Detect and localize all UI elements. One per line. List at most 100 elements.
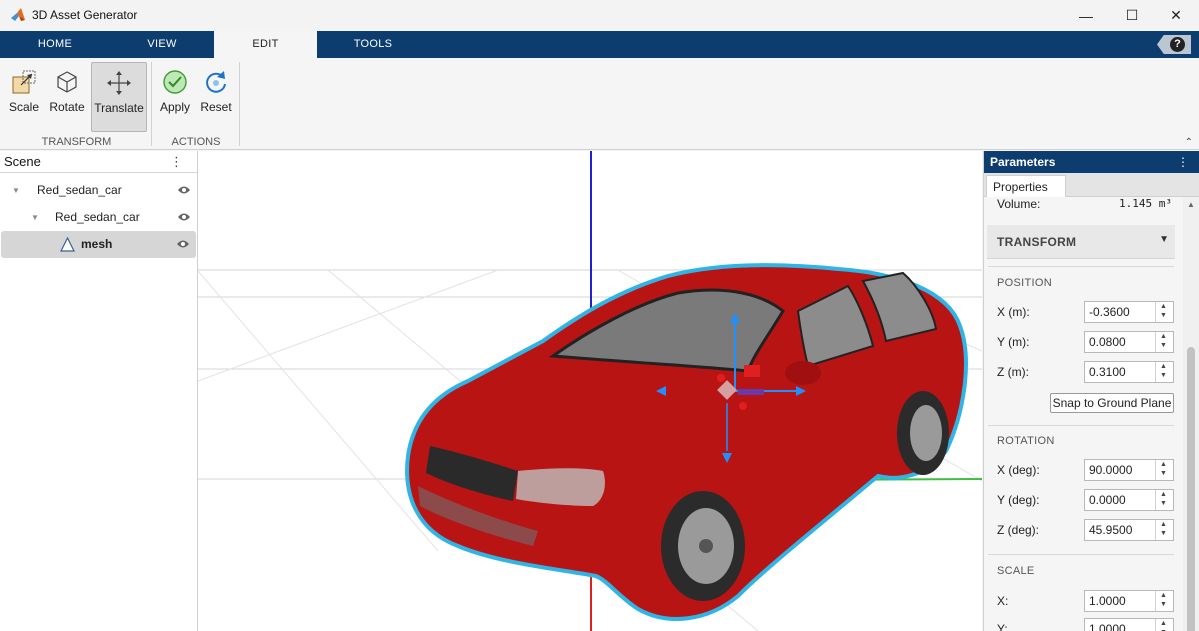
rotation-z-value[interactable]: 45.9500 [1089,523,1132,537]
tab-view[interactable]: VIEW [110,31,214,58]
increment-icon[interactable]: ▲ [1160,491,1167,498]
reset-refresh-icon [206,71,226,93]
rotation-z-spinner[interactable]: 45.9500 ▲ ▼ [1084,519,1174,541]
scene-tree-item[interactable]: ▼ Red_sedan_car [0,204,197,231]
increment-icon[interactable]: ▲ [1160,592,1167,599]
red-sedan-car-model[interactable] [405,263,968,621]
rotate-cube-icon [57,71,77,93]
scene-title: Scene [4,154,41,169]
help-button[interactable]: ? [1157,35,1191,54]
decrement-icon[interactable]: ▼ [1160,530,1167,537]
rotation-y-label: Y (deg): [997,493,1040,507]
close-icon: ✕ [1170,7,1182,23]
scale-button[interactable]: Scale [4,62,44,132]
scale-y-spinner[interactable]: 1.0000 ▲▼ [1084,618,1174,631]
increment-icon[interactable]: ▲ [1160,363,1167,370]
parameters-panel: Parameters ⋮ Properties Volume: 1.145 m³… [983,151,1199,631]
visibility-eye-icon[interactable] [176,239,190,249]
rotate-button[interactable]: Rotate [46,62,88,132]
scene-menu-icon[interactable]: ⋮ [170,151,183,173]
position-y-value[interactable]: 0.0800 [1089,335,1126,349]
increment-icon[interactable]: ▲ [1160,521,1167,528]
maximize-button[interactable]: ☐ [1109,0,1155,31]
decrement-icon[interactable]: ▼ [1160,601,1167,608]
check-circle-icon [163,70,187,94]
viewport-canvas[interactable] [198,151,982,631]
reset-label: Reset [200,100,232,114]
position-x-spinner[interactable]: -0.3600 ▲ ▼ [1084,301,1174,323]
scale-label: Scale [8,100,40,114]
apply-button[interactable]: Apply [156,62,194,132]
position-z-value[interactable]: 0.3100 [1089,365,1126,379]
snap-to-ground-button[interactable]: Snap to Ground Plane [1050,393,1174,413]
scene-item-label: mesh [81,237,113,251]
scale-x-label: X: [997,594,1009,608]
position-x-value[interactable]: -0.3600 [1089,305,1130,319]
volume-value: 1.145 m³ [1119,197,1172,210]
tab-properties[interactable]: Properties [986,175,1066,197]
decrement-icon[interactable]: ▼ [1160,312,1167,319]
scale-section-label: SCALE [997,565,1035,577]
visibility-eye-icon[interactable] [177,185,191,195]
properties-scrollbar[interactable]: ▲ [1183,197,1199,631]
gizmo-rotation-point[interactable] [739,402,747,410]
translate-button[interactable]: Translate [91,62,147,132]
mesh-triangle-icon [60,237,75,252]
scale-x-spinner[interactable]: 1.0000 ▲ ▼ [1084,590,1174,612]
increment-icon[interactable]: ▲ [1160,461,1167,468]
position-section-label: POSITION [997,277,1052,289]
translate-label: Translate [94,101,144,115]
expand-arrow-icon[interactable]: ▼ [31,204,39,231]
title-bar: 3D Asset Generator — ☐ ✕ [0,0,1199,31]
rotation-y-row: Y (deg): 0.0000 ▲ ▼ [984,489,1184,511]
matlab-logo-icon [11,8,25,21]
increment-icon[interactable]: ▲ [1160,303,1167,310]
decrement-icon[interactable]: ▼ [1160,500,1167,507]
rotation-x-spinner[interactable]: 90.0000 ▲ ▼ [1084,459,1174,481]
scene-item-label: Red_sedan_car [55,210,140,224]
tab-edit[interactable]: EDIT [214,31,317,58]
increment-icon[interactable]: ▲ [1160,333,1167,340]
gizmo-plane-handle[interactable] [744,365,760,377]
increment-icon[interactable]: ▲ [1160,620,1167,627]
scale-x-value[interactable]: 1.0000 [1089,594,1126,608]
decrement-icon[interactable]: ▼ [1160,342,1167,349]
scrollbar-thumb[interactable] [1187,347,1195,631]
gizmo-rotation-point[interactable] [717,374,725,382]
gizmo-plane-handle[interactable] [738,389,764,395]
help-icon: ? [1170,37,1185,52]
close-button[interactable]: ✕ [1153,0,1199,31]
position-z-row: Z (m): 0.3100 ▲ ▼ [984,361,1184,383]
rotation-section-label: ROTATION [997,435,1055,447]
rotation-y-value[interactable]: 0.0000 [1089,493,1126,507]
decrement-icon[interactable]: ▼ [1160,470,1167,477]
visibility-eye-icon[interactable] [177,212,191,222]
rotation-y-spinner[interactable]: 0.0000 ▲ ▼ [1084,489,1174,511]
3d-viewport[interactable] [198,151,982,631]
expand-arrow-icon[interactable]: ▼ [12,177,20,204]
parameters-tab-strip: Properties [984,173,1199,197]
scale-x-row: X: 1.0000 ▲ ▼ [984,590,1184,612]
rotation-z-label: Z (deg): [997,523,1040,537]
scene-tree-item[interactable]: ▼ Red_sedan_car [0,177,197,204]
tab-tools[interactable]: TOOLS [317,31,429,58]
scene-header: Scene ⋮ [0,151,197,173]
scale-y-value[interactable]: 1.0000 [1089,622,1126,631]
transform-group-header[interactable]: TRANSFORM ▼ [987,225,1175,259]
toolstrip-divider [151,62,152,146]
position-z-spinner[interactable]: 0.3100 ▲ ▼ [1084,361,1174,383]
ribbon-tab-strip: HOME VIEW EDIT TOOLS ? [0,31,1199,58]
tab-home[interactable]: HOME [0,31,110,58]
position-y-spinner[interactable]: 0.0800 ▲ ▼ [1084,331,1174,353]
decrement-icon[interactable]: ▼ [1160,372,1167,379]
parameters-menu-icon[interactable]: ⋮ [1177,151,1189,173]
collapse-toolstrip-icon[interactable]: ⌃ [1185,137,1193,148]
position-z-label: Z (m): [997,365,1029,379]
collapse-caret-icon[interactable]: ▼ [1159,234,1169,245]
reset-button[interactable]: Reset [198,62,234,132]
minimize-button[interactable]: — [1063,0,1109,31]
rotation-x-value[interactable]: 90.0000 [1089,463,1132,477]
scroll-up-icon[interactable]: ▲ [1187,200,1195,209]
scene-tree-item-selected[interactable]: mesh [1,231,196,258]
scale-icon [12,70,36,94]
